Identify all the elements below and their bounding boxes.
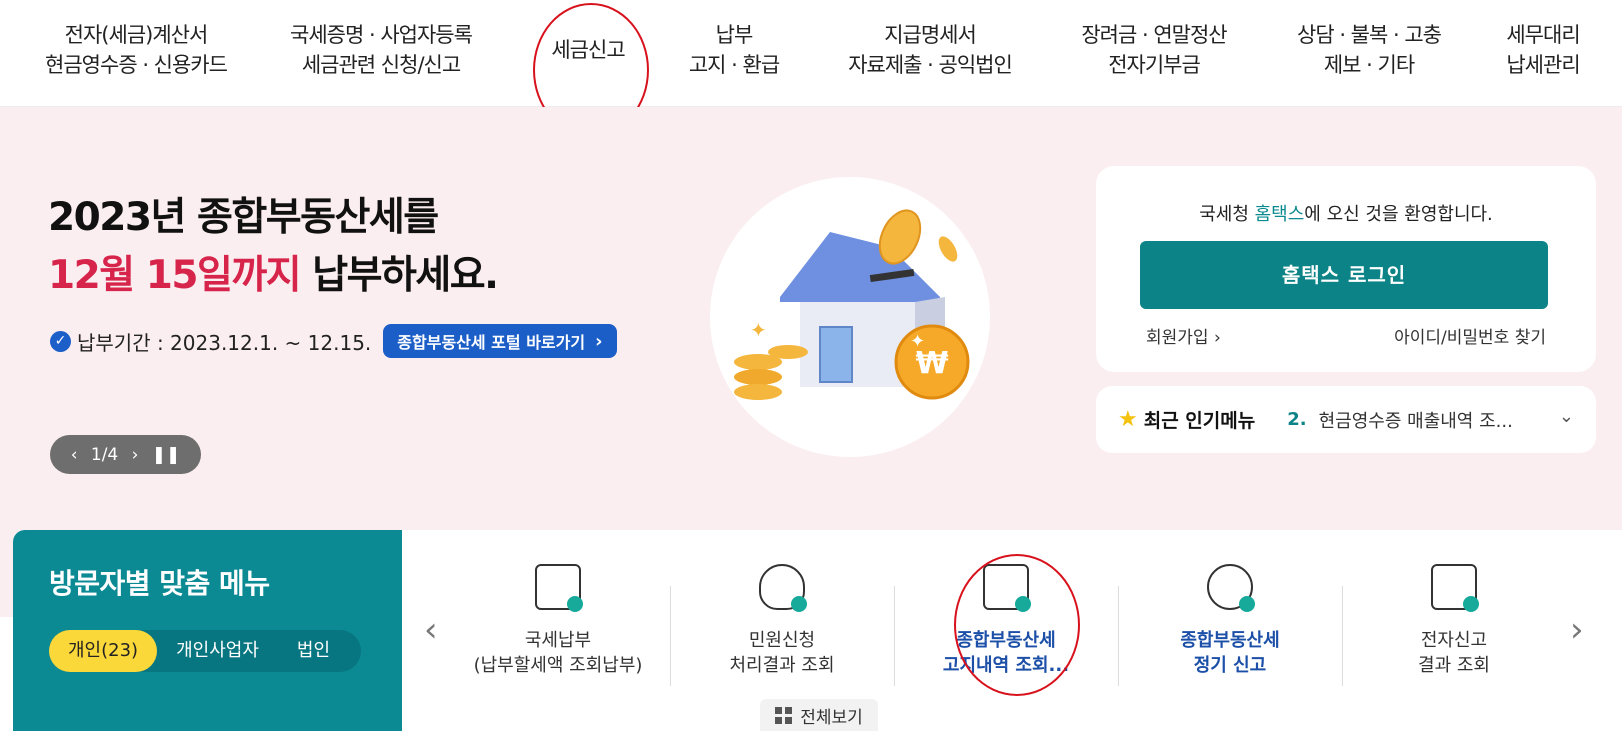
welcome-suffix: 에 오신 것을 환영합니다. <box>1304 204 1493 225</box>
nav-e-invoice[interactable]: 전자(세금)계산서 현금영수증 · 신용카드 <box>40 20 232 80</box>
nav-label: 국세증명 · 사업자등록 <box>290 23 473 47</box>
nav-tax-filing[interactable]: 세금신고 <box>538 35 638 65</box>
document-upload-icon <box>535 564 583 612</box>
welcome-text: 국세청 홈택스에 오신 것을 환영합니다. <box>1096 200 1596 226</box>
folder-document-icon <box>1431 564 1479 612</box>
nav-label: 전자(세금)계산서 <box>64 23 209 47</box>
slide-counter: 1/4 <box>90 444 119 465</box>
nav-label: 장려금 · 연말정산 <box>1081 23 1227 47</box>
hero-title-line1: 2023년 종합부동산세를 <box>48 195 439 240</box>
menu-civil-request[interactable]: 민원신청 처리결과 조회 <box>670 564 894 678</box>
popular-menu-title: 최근 인기메뉴 <box>1143 410 1256 432</box>
nav-incentives[interactable]: 장려금 · 연말정산 전자기부금 <box>1074 20 1234 80</box>
visitor-type-tabs: 개인(23) 개인사업자 법인 <box>49 630 361 672</box>
visitor-menu-title: 방문자별 맞춤 메뉴 <box>49 567 270 600</box>
nav-label: 전자기부금 <box>1108 53 1201 77</box>
slide-controls: ‹ 1/4 › ❚❚ <box>50 435 201 474</box>
menu-label: 종합부동산세 정기 신고 <box>1180 630 1280 676</box>
menu-label: 종합부동산세 고지내역 조회... <box>942 630 1070 676</box>
menu-label: 민원신청 처리결과 조회 <box>729 630 835 676</box>
payment-period: ✓ 납부기간 : 2023.12.1. ~ 12.15. 종합부동산세 포털 바… <box>50 324 617 358</box>
tab-sole-proprietor[interactable]: 개인사업자 <box>157 630 278 672</box>
quick-menu-strip: ‹ 국세납부 (납부할세액 조회납부) 민원신청 처리결과 조회 종합부동산세 고지내… <box>402 530 1622 731</box>
join-link[interactable]: 회원가입 › <box>1146 323 1221 348</box>
nav-payment-statements[interactable]: 지급명세서 자료제출 · 공익법인 <box>840 20 1020 80</box>
menu-property-tax-notice[interactable]: 종합부동산세 고지내역 조회... <box>894 564 1118 678</box>
nav-label: 세금신고 <box>551 38 625 62</box>
visitor-menu-panel: 방문자별 맞춤 메뉴 개인(23) 개인사업자 법인 <box>13 530 402 731</box>
certificate-icon <box>983 564 1031 612</box>
grid-icon <box>775 706 793 724</box>
login-card: 국세청 홈택스에 오신 것을 환영합니다. 홈택스 로그인 회원가입 › 아이디… <box>1096 166 1596 372</box>
nav-label: 지급명세서 <box>884 23 977 47</box>
chevron-down-icon[interactable]: ⌄ <box>1559 406 1574 427</box>
payment-period-text: 납부기간 : 2023.12.1. ~ 12.15. <box>77 330 372 355</box>
menu-label: 국세납부 (납부할세액 조회납부) <box>473 630 643 676</box>
check-icon: ✓ <box>50 330 71 352</box>
popular-rank: 2. <box>1287 409 1307 430</box>
top-navigation: 전자(세금)계산서 현금영수증 · 신용카드 국세증명 · 사업자등록 세금관련… <box>0 0 1622 137</box>
property-tax-portal-button[interactable]: 종합부동산세 포털 바로가기 › <box>383 324 617 358</box>
nav-label: 납부 <box>715 23 754 47</box>
hero-title-line2: 12월 15일까지 납부하세요. <box>48 247 499 305</box>
hero-title-accent: 12월 15일까지 <box>48 253 302 298</box>
chevron-right-icon: › <box>1213 328 1221 348</box>
nav-label: 고지 · 환급 <box>688 53 780 77</box>
nav-payment[interactable]: 납부 고지 · 환급 <box>680 20 788 80</box>
popular-menu-bar[interactable]: ★ 최근 인기메뉴 2. 현금영수증 매출내역 조... ⌄ <box>1096 386 1596 453</box>
menu-label: 전자신고 결과 조회 <box>1418 630 1490 676</box>
tab-corporation[interactable]: 법인 <box>278 630 349 672</box>
view-all-button[interactable]: 전체보기 <box>760 699 878 731</box>
pause-icon[interactable]: ❚❚ <box>152 445 181 465</box>
nav-label: 세금관련 신청/신고 <box>301 53 461 77</box>
nav-label: 자료제출 · 공익법인 <box>848 53 1013 77</box>
chevron-left-icon[interactable]: ‹ <box>71 445 78 465</box>
menu-property-tax-filing[interactable]: 종합부동산세 정기 신고 <box>1118 564 1342 678</box>
hero-title-rest: 납부하세요. <box>300 253 499 298</box>
chevron-right-icon[interactable]: › <box>132 445 139 465</box>
chevron-right-icon[interactable]: › <box>1570 610 1584 650</box>
nav-certificates[interactable]: 국세증명 · 사업자등록 세금관련 신청/신고 <box>286 20 476 80</box>
view-all-label: 전체보기 <box>800 707 863 728</box>
nav-label: 제보 · 기타 <box>1323 53 1415 77</box>
hometax-login-button[interactable]: 홈택스 로그인 <box>1140 241 1548 309</box>
welcome-brand: 홈택스 <box>1254 204 1305 225</box>
popular-menu-item[interactable]: 현금영수증 매출내역 조... <box>1319 407 1513 433</box>
star-icon: ★ <box>1118 407 1138 432</box>
nav-tax-agent[interactable]: 세무대리 납세관리 <box>1500 20 1586 80</box>
house-illustration: ₩ ✦ ✦ <box>710 177 990 457</box>
svg-text:✦: ✦ <box>750 318 767 342</box>
hero-title: 2023년 종합부동산세를 12월 15일까지 납부하세요. <box>48 189 499 305</box>
menu-tax-payment[interactable]: 국세납부 (납부할세액 조회납부) <box>446 564 670 678</box>
nav-label: 현금영수증 · 신용카드 <box>45 53 228 77</box>
join-label: 회원가입 <box>1146 328 1209 348</box>
find-id-password-link[interactable]: 아이디/비밀번호 찾기 <box>1394 323 1546 348</box>
nav-label: 세무대리 <box>1506 23 1580 47</box>
tab-individual[interactable]: 개인(23) <box>49 630 158 672</box>
heart-hands-icon <box>1207 564 1255 612</box>
chevron-right-icon: › <box>595 330 603 352</box>
chevron-left-icon[interactable]: ‹ <box>424 610 438 650</box>
welcome-prefix: 국세청 <box>1199 204 1255 225</box>
nav-consulting[interactable]: 상담 · 불복 · 고충 제보 · 기타 <box>1288 20 1450 80</box>
house-coin-icon: ₩ ✦ ✦ <box>734 209 970 400</box>
portal-button-label: 종합부동산세 포털 바로가기 <box>397 333 586 352</box>
svg-text:✦: ✦ <box>910 331 925 352</box>
nav-label: 납세관리 <box>1506 53 1580 77</box>
nav-label: 상담 · 불복 · 고충 <box>1297 23 1442 47</box>
money-bag-icon <box>759 564 807 612</box>
menu-e-filing-result[interactable]: 전자신고 결과 조회 <box>1342 564 1566 678</box>
